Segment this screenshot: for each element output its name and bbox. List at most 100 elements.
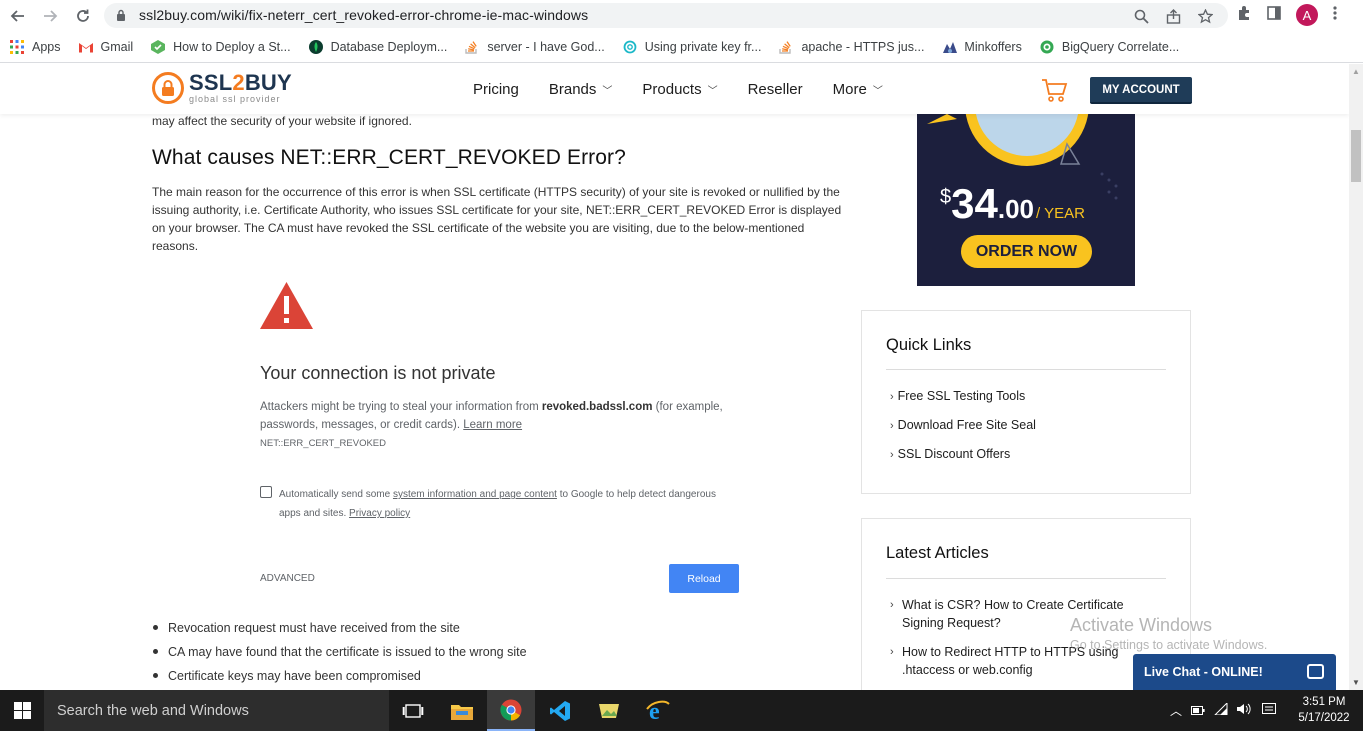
advanced-label: ADVANCED <box>260 573 315 584</box>
divider <box>886 578 1166 579</box>
nav-products[interactable]: Products ﹀ <box>642 81 717 98</box>
quick-links-card: Quick Links › Free SSL Testing Tools › Dow… <box>861 310 1191 494</box>
back-icon[interactable] <box>6 4 30 28</box>
nav-brands[interactable]: Brands ﹀ <box>549 81 613 98</box>
swirl-icon <box>623 40 637 54</box>
reload-button-illustration: Reload <box>669 564 739 593</box>
promo-price: $34.00/ YEAR <box>940 180 1085 227</box>
bookmark-gmail[interactable]: Gmail <box>78 40 133 54</box>
notifications-icon[interactable] <box>1262 702 1277 719</box>
bookmark-bigquery[interactable]: BigQuery Correlate... <box>1040 40 1179 54</box>
list-item: CA may have found that the certificate i… <box>152 643 527 667</box>
apps-grid-icon <box>10 39 24 54</box>
taskbar-search[interactable]: Search the web and Windows <box>44 690 389 731</box>
promo-banner[interactable]: $34.00/ YEAR ORDER NOW <box>917 114 1135 286</box>
forward-icon[interactable] <box>38 4 62 28</box>
reasons-list: Revocation request must have received fr… <box>152 619 527 690</box>
chevron-down-icon: ﹀ <box>707 86 718 97</box>
zoom-icon[interactable] <box>1132 7 1150 25</box>
side-panel-icon[interactable] <box>1266 5 1282 26</box>
error-description: Attackers might be trying to steal your … <box>260 401 723 431</box>
chat-bubble-icon <box>1307 664 1324 679</box>
chevron-right-icon: › <box>890 646 894 658</box>
bookmark-apache[interactable]: apache - HTTPS jus... <box>779 40 924 54</box>
site-header: SSL2BUY global ssl provider Pricing Bran… <box>0 64 1349 114</box>
page-scrollbar[interactable]: ▲ ▼ <box>1349 64 1363 690</box>
chevron-down-icon: ﹀ <box>602 86 613 97</box>
stackoverflow-icon <box>465 40 479 54</box>
photos-app-icon[interactable] <box>585 690 633 731</box>
task-view-icon[interactable] <box>389 690 437 731</box>
section-heading: What causes NET::ERR_CERT_REVOKED Error? <box>152 146 626 169</box>
quick-links-title: Quick Links <box>886 336 972 354</box>
quick-link-site-seal[interactable]: › Download Free Site Seal <box>890 418 1036 432</box>
bookmark-private-key[interactable]: Using private key fr... <box>623 40 761 54</box>
vscode-icon[interactable] <box>536 690 584 731</box>
privacy-policy-link: Privacy policy <box>349 508 411 519</box>
tray-chevron-up-icon[interactable]: ︿ <box>1170 702 1182 719</box>
quick-link-ssl-tools[interactable]: › Free SSL Testing Tools <box>890 389 1025 403</box>
scroll-up-icon[interactable]: ▲ <box>1352 67 1360 76</box>
share-icon[interactable] <box>1164 7 1182 25</box>
volume-icon[interactable] <box>1237 703 1253 718</box>
scroll-down-icon[interactable]: ▼ <box>1352 678 1360 687</box>
nav-reseller[interactable]: Reseller <box>748 81 803 98</box>
menu-kebab-icon[interactable] <box>1332 5 1338 26</box>
bookmark-database[interactable]: Database Deploym... <box>308 39 447 54</box>
chrome-taskbar-icon[interactable] <box>487 690 535 731</box>
internet-explorer-icon[interactable]: e <box>634 690 682 731</box>
deploy-icon <box>151 39 166 54</box>
quick-link-discounts[interactable]: › SSL Discount Offers <box>890 447 1010 461</box>
windows-start-icon[interactable] <box>0 690 44 731</box>
report-checkbox <box>260 486 272 498</box>
bookmark-apps[interactable]: Apps <box>10 39 61 54</box>
padlock-logo-icon <box>152 72 184 104</box>
profile-avatar[interactable]: A <box>1296 4 1318 26</box>
site-logo[interactable]: SSL2BUY global ssl provider <box>152 72 292 104</box>
minkoffers-icon <box>942 40 958 54</box>
windows-taskbar: Search the web and Windows e ︿ 3:51 PM 5… <box>0 690 1363 731</box>
warning-triangle-icon <box>260 282 313 329</box>
chevron-right-icon: › <box>890 599 894 611</box>
logo-wordmark: SSL2BUY <box>189 70 292 95</box>
battery-icon[interactable] <box>1191 704 1205 718</box>
chevron-right-icon: › <box>890 391 894 403</box>
star-icon[interactable] <box>1196 7 1214 25</box>
cart-icon[interactable] <box>1041 76 1069 104</box>
list-item: Certificate keys may have been compromis… <box>152 667 527 690</box>
extensions-icon[interactable] <box>1236 5 1252 26</box>
browser-toolbar: ssl2buy.com/wiki/fix-neterr_cert_revoked… <box>0 0 1363 31</box>
logo-tagline: global ssl provider <box>189 94 281 104</box>
url-text[interactable]: ssl2buy.com/wiki/fix-neterr_cert_revoked… <box>139 7 588 23</box>
wifi-icon[interactable] <box>1213 701 1228 718</box>
gmail-icon <box>78 40 93 54</box>
live-chat-button[interactable]: Live Chat - ONLINE! <box>1133 654 1336 690</box>
bookmark-minkoffers[interactable]: Minkoffers <box>942 40 1022 54</box>
error-title: Your connection is not private <box>260 363 496 383</box>
taskbar-clock[interactable]: 3:51 PM 5/17/2022 <box>1294 694 1354 726</box>
my-account-button[interactable]: MY ACCOUNT <box>1090 77 1192 104</box>
learn-more-link: Learn more <box>463 419 523 431</box>
order-now-button[interactable]: ORDER NOW <box>961 235 1092 268</box>
chevron-right-icon: › <box>890 449 894 461</box>
system-tray: ︿ <box>1170 701 1277 719</box>
bookmark-deploy[interactable]: How to Deploy a St... <box>151 39 291 54</box>
error-code: NET::ERR_CERT_REVOKED <box>260 438 386 449</box>
bigquery-icon <box>1040 40 1054 54</box>
bookmarks-bar: Apps Gmail How to Deploy a St... Databas… <box>0 31 1363 63</box>
bookmark-server[interactable]: server - I have God... <box>465 40 605 54</box>
reload-icon[interactable] <box>71 4 95 28</box>
scrollbar-thumb[interactable] <box>1351 130 1361 182</box>
file-explorer-icon[interactable] <box>438 690 486 731</box>
nav-pricing[interactable]: Pricing <box>473 81 519 98</box>
page-viewport: SSL2BUY global ssl provider Pricing Bran… <box>0 64 1349 690</box>
divider <box>886 369 1166 370</box>
chevron-down-icon: ﹀ <box>872 86 883 97</box>
chevron-right-icon: › <box>890 420 894 432</box>
nav-more[interactable]: More ﹀ <box>833 81 883 98</box>
activate-windows-watermark: Activate Windows Go to Settings to activ… <box>1070 615 1268 652</box>
address-bar[interactable]: ssl2buy.com/wiki/fix-neterr_cert_revoked… <box>104 3 1228 28</box>
latest-articles-title: Latest Articles <box>886 544 989 562</box>
lock-icon[interactable] <box>116 9 126 21</box>
list-item: Revocation request must have received fr… <box>152 619 527 643</box>
